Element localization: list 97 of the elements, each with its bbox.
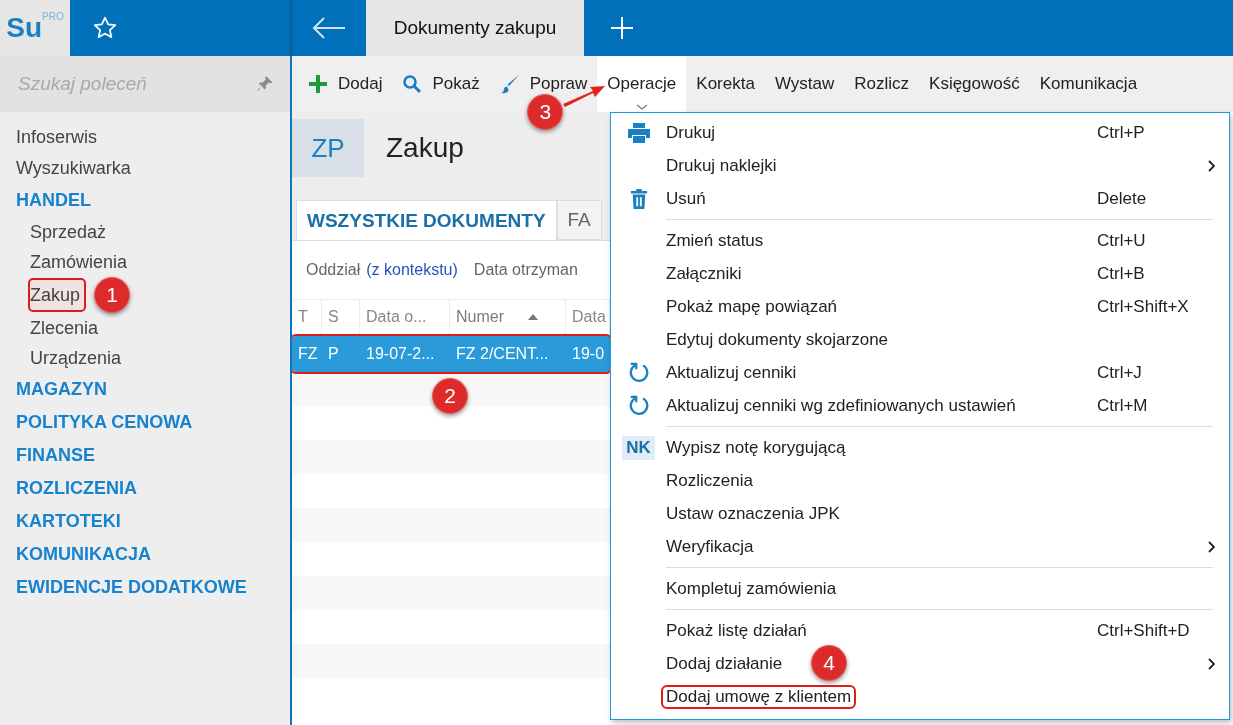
filter-label: Data otrzyman <box>473 261 578 279</box>
table-cell-text: P <box>327 345 340 363</box>
brush-icon <box>499 74 520 94</box>
menu-item[interactable]: Aktualizuj cenniki Ctrl+J <box>611 356 1229 389</box>
toolbar-button[interactable]: Rozlicz <box>844 56 920 112</box>
sidebar-item[interactable]: ROZLICZENIA <box>16 472 137 505</box>
sidebar-subitem[interactable]: Zlecenia <box>30 313 103 343</box>
toolbar-button[interactable]: Operacje <box>597 56 687 112</box>
shortcut-label: Ctrl+Shift+X <box>1097 296 1189 317</box>
document-type-badge: ZP <box>292 119 364 177</box>
shortcut-label: Ctrl+M <box>1097 395 1148 416</box>
shortcut-label: Ctrl+B <box>1097 263 1145 284</box>
table-cell-text: FZ <box>297 345 319 363</box>
toolbar-button[interactable]: Wystaw <box>764 56 845 112</box>
menu-item[interactable]: Usuń Delete <box>611 182 1229 215</box>
shortcut-label: Ctrl+P <box>1097 122 1145 143</box>
sidebar-item[interactable]: POLITYKA CENOWA <box>16 406 193 439</box>
menu-item[interactable]: Drukuj naklejki <box>611 149 1229 182</box>
menu-item-label: Dodaj działanie <box>665 653 784 674</box>
search-icon <box>402 74 423 94</box>
refresh-icon <box>627 361 650 384</box>
filter-label: Oddział <box>306 261 361 279</box>
menu-item-label: Weryfikacja <box>665 536 755 557</box>
toolbar-button[interactable]: Księgowość <box>919 56 1030 112</box>
menu-item-label: Ustaw oznaczenia JPK <box>665 503 841 524</box>
menu-item-label: Rozliczenia <box>665 470 754 491</box>
shortcut-label: Ctrl+Shift+D <box>1097 620 1190 641</box>
menu-item-label: Edytuj dokumenty skojarzone <box>665 329 890 350</box>
menu-item[interactable]: Dodaj umowę z klientem <box>611 680 1229 713</box>
menu-item-label: Drukuj naklejki <box>665 155 778 176</box>
table-cell-text: 19-0 <box>571 345 606 363</box>
sidebar-item[interactable]: Wyszukiwarka <box>16 153 131 184</box>
sidebar-item[interactable]: KARTOTEKI <box>16 505 121 538</box>
printer-icon <box>627 122 650 143</box>
back-arrow-icon[interactable] <box>312 16 346 40</box>
menu-item-label: Aktualizuj cenniki wg zdefiniowanych ustawień <box>665 395 1017 416</box>
menu-item[interactable]: NK Wypisz notę korygującą <box>611 431 1229 464</box>
sidebar-item[interactable]: EWIDENCJE DODATKOWE <box>16 571 247 604</box>
table-cell-text: 19-07-2... <box>365 345 436 363</box>
callout-number: 3 <box>527 94 564 130</box>
new-tab-icon[interactable] <box>610 16 634 40</box>
plus-icon <box>308 74 328 94</box>
callout-number: 4 <box>811 645 847 681</box>
sidebar-subitem[interactable]: Zamówienia <box>30 247 132 277</box>
table-cell-text: FZ 2/CENT... <box>455 345 550 363</box>
menu-item-label: Drukuj <box>665 122 717 143</box>
context-link[interactable]: (z kontekstu) <box>366 261 458 279</box>
menu-item[interactable]: Dodaj działanie 4 <box>611 647 1229 680</box>
shortcut-label: Ctrl+U <box>1097 230 1146 251</box>
caret-icon <box>635 104 648 110</box>
menu-item[interactable]: Ustaw oznaczenia JPK <box>611 497 1229 530</box>
menu-item-label: Dodaj umowę z klientem <box>663 686 855 707</box>
menu-item[interactable]: Pokaż listę działań Ctrl+Shift+D <box>611 614 1229 647</box>
sidebar-item[interactable]: FINANSE <box>16 439 95 472</box>
page-title: Zakup <box>386 132 464 164</box>
menu-item[interactable]: Pokaż mapę powiązań Ctrl+Shift+X <box>611 290 1229 323</box>
sort-ascending-icon <box>528 314 538 320</box>
menu-item[interactable]: Aktualizuj cenniki wg zdefiniowanych ustawień Ctrl+M <box>611 389 1229 422</box>
menu-item-label: Pokaż mapę powiązań <box>665 296 839 317</box>
menu-item[interactable]: Kompletuj zamówienia <box>611 572 1229 605</box>
toolbar-button[interactable]: Komunikacja <box>1029 56 1148 112</box>
sidebar-item[interactable]: KOMUNIKACJA <box>16 538 151 571</box>
sidebar-item[interactable]: Infoserwis <box>16 122 98 153</box>
menu-item-label: Pokaż listę działań <box>665 620 808 641</box>
menu-item-label: Zmień status <box>665 230 765 251</box>
menu-item-label: Usuń <box>665 188 707 209</box>
sidebar-item[interactable]: MAGAZYN <box>16 373 107 406</box>
search-bar[interactable]: Szukaj poleceń <box>0 56 290 112</box>
menu-item-label: Aktualizuj cenniki <box>665 362 798 383</box>
menu-item[interactable]: Weryfikacja <box>611 530 1229 563</box>
pin-icon[interactable] <box>256 75 274 93</box>
command-search-field[interactable]: Szukaj poleceń <box>16 72 248 96</box>
menu-item[interactable]: Edytuj dokumenty skojarzone <box>611 323 1229 356</box>
sidebar-item[interactable]: HANDEL <box>16 184 91 217</box>
menu-item[interactable]: Załączniki Ctrl+B <box>611 257 1229 290</box>
document-filter-tab[interactable]: WSZYSTKIE DOKUMENTY <box>296 200 557 240</box>
shortcut-label: Ctrl+J <box>1097 362 1142 383</box>
menu-item[interactable]: Zmień status Ctrl+U <box>611 224 1229 257</box>
note-badge: NK <box>622 435 655 460</box>
menu-item-label: Wypisz notę korygującą <box>665 437 847 458</box>
sidebar-subitem[interactable]: Urządzenia <box>30 343 126 373</box>
menu-item-label: Kompletuj zamówienia <box>665 578 838 599</box>
menu-item[interactable]: Drukuj Ctrl+P <box>611 116 1229 149</box>
sidebar-subitem[interactable]: Zakup <box>30 280 85 310</box>
toolbar-button[interactable]: Pokaż <box>392 56 490 112</box>
callout-number: 1 <box>94 277 131 313</box>
menu-item-label: Załączniki <box>665 263 743 284</box>
menu-item[interactable]: Rozliczenia <box>611 464 1229 497</box>
shortcut-label: Delete <box>1097 188 1147 209</box>
refresh-icon <box>627 394 650 417</box>
star-icon[interactable] <box>92 15 118 41</box>
toolbar-button[interactable]: Korekta <box>686 56 765 112</box>
document-tab[interactable]: Dokumenty zakupu <box>366 0 584 56</box>
trash-icon <box>629 188 648 209</box>
toolbar-button[interactable]: Dodaj <box>298 56 393 112</box>
document-filter-tab[interactable]: FA <box>556 200 602 240</box>
sidebar-subitem[interactable]: Sprzedaż <box>30 217 111 247</box>
